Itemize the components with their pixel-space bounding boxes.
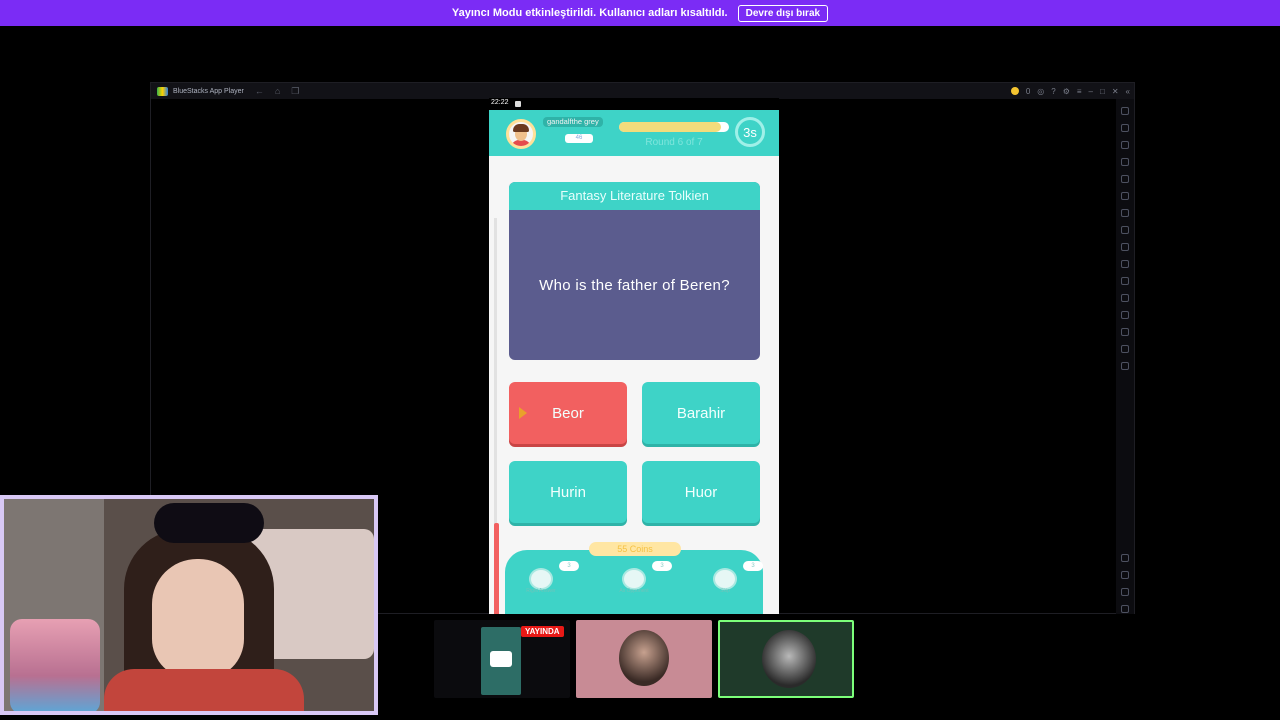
answer-label: Huor <box>684 483 718 501</box>
location-icon[interactable] <box>1121 192 1129 200</box>
webcam-overlay <box>0 495 378 715</box>
coin-icon <box>1010 87 1019 95</box>
coins-balance: 55 Coins <box>589 542 681 556</box>
menu-icon[interactable]: ≡ <box>1077 87 1082 96</box>
stream-participants: YAYINDA <box>434 620 854 698</box>
install-apk-icon[interactable] <box>1121 277 1129 285</box>
player-score: 46 <box>565 134 593 143</box>
media-folder-icon[interactable] <box>1121 260 1129 268</box>
question-card: Fantasy Literature Tolkien Who is the fa… <box>509 182 760 360</box>
question-category: Fantasy Literature Tolkien <box>509 182 760 210</box>
powerup-label: Right Answer <box>526 588 556 594</box>
answer-button-4[interactable]: Huor <box>642 461 760 523</box>
home-icon[interactable]: ⌂ <box>275 86 280 96</box>
answer-button-2[interactable]: Barahir <box>642 382 760 444</box>
account-icon[interactable]: ◎ <box>1037 87 1044 96</box>
participant-thumbnail[interactable] <box>576 620 712 698</box>
bluestacks-logo-icon <box>157 86 168 96</box>
countdown-timer: 3s <box>735 117 765 147</box>
keyboard-icon[interactable] <box>1121 158 1129 166</box>
powerup-label: Skip <box>720 588 730 594</box>
round-progress-fill <box>619 122 722 132</box>
notification-icon <box>515 101 521 107</box>
emulator-window-controls: 0 ◎ ? ⚙ ≡ – □ ✕ « <box>1010 83 1130 99</box>
sidebar-settings-icon[interactable] <box>1121 554 1129 562</box>
answer-button-3[interactable]: Hurin <box>509 461 627 523</box>
powerup-cost: 3 <box>743 561 763 571</box>
sidebar-back-icon[interactable] <box>1121 571 1129 579</box>
participant-thumbnail-speaking[interactable] <box>718 620 854 698</box>
close-icon[interactable]: ✕ <box>1112 87 1119 96</box>
emulator-titlebar: BlueStacks App Player ← ⌂ ❐ <box>151 83 1134 99</box>
player-avatar <box>506 119 536 149</box>
powerup-cost: 3 <box>559 561 579 571</box>
screen-share-icon <box>490 651 512 667</box>
answer-label: Beor <box>552 404 584 422</box>
coin-count: 0 <box>1025 86 1031 96</box>
participant-avatar <box>619 630 669 686</box>
participant-avatar <box>762 630 816 688</box>
rotate-icon[interactable] <box>1121 175 1129 183</box>
disable-streamer-mode-button[interactable]: Devre dışı bırak <box>737 4 829 22</box>
right-answer-powerup-button[interactable] <box>529 568 553 590</box>
macro-icon[interactable] <box>1121 311 1129 319</box>
more-icon[interactable] <box>1121 362 1129 370</box>
game-header: gandalfthe grey 46 Round 6 of 7 3s <box>489 110 779 156</box>
answer-button-1[interactable]: Beor <box>509 382 627 444</box>
round-indicator: Round 6 of 7 <box>645 137 703 148</box>
settings-icon[interactable]: ⚙ <box>1063 87 1070 96</box>
as-opponent-powerup-button[interactable] <box>622 568 646 590</box>
multi-instance-icon[interactable] <box>1121 294 1129 302</box>
question-text: Who is the father of Beren? <box>539 276 730 294</box>
answer-label: Barahir <box>676 404 726 422</box>
volume-icon[interactable] <box>1121 124 1129 132</box>
status-bar: 22:22 <box>489 98 779 110</box>
screenshot-icon[interactable] <box>1121 243 1129 251</box>
fullscreen-icon[interactable] <box>1121 107 1129 115</box>
player-name: gandalfthe grey <box>543 117 603 127</box>
powerup-cost: 3 <box>652 561 672 571</box>
screen-share-thumbnail[interactable]: YAYINDA <box>434 620 570 698</box>
streamer-mode-banner: Yayıncı Modu etkinleştirildi. Kullanıcı … <box>0 0 1280 26</box>
banner-message: Yayıncı Modu etkinleştirildi. Kullanıcı … <box>451 7 728 19</box>
shake-icon[interactable] <box>1121 209 1129 217</box>
help-icon[interactable]: ? <box>1051 87 1055 96</box>
record-icon[interactable] <box>1121 226 1129 234</box>
emulator-sidebar <box>1116 99 1134 614</box>
sidebar-home-icon[interactable] <box>1121 588 1129 596</box>
live-badge: YAYINDA <box>521 626 564 637</box>
powerup-label: As Opponent <box>619 588 649 594</box>
sidebar-recents-icon[interactable] <box>1121 605 1129 613</box>
eco-mode-icon[interactable] <box>1121 345 1129 353</box>
screen-icon[interactable] <box>1121 141 1129 149</box>
score-track-fill <box>494 523 499 614</box>
round-progress-bar <box>619 122 729 132</box>
android-screen: 22:22 gandalfthe grey 46 Round 6 of 7 3s… <box>489 98 779 614</box>
collapse-sidebar-icon[interactable]: « <box>1126 87 1130 96</box>
cursor-pointer-icon <box>519 407 527 419</box>
answer-label: Hurin <box>550 483 586 501</box>
sync-icon[interactable] <box>1121 328 1129 336</box>
back-icon[interactable]: ← <box>255 86 264 96</box>
maximize-icon[interactable]: □ <box>1100 87 1105 96</box>
status-time: 22:22 <box>491 99 509 106</box>
recent-apps-icon[interactable]: ❐ <box>291 86 299 97</box>
emulator-title: BlueStacks App Player <box>173 87 244 95</box>
skip-powerup-button[interactable] <box>713 568 737 590</box>
minimize-icon[interactable]: – <box>1089 87 1093 96</box>
